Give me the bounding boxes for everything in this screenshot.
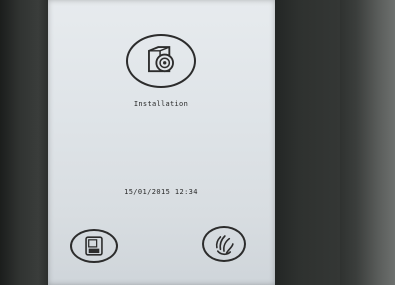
camera-box-icon <box>148 46 174 73</box>
hand-wave-icon <box>215 235 234 256</box>
installation-button[interactable] <box>126 34 196 88</box>
installation-label: Installation <box>133 100 189 108</box>
touch-screen: Installation 15/01/2015 12:34 <box>48 0 275 285</box>
hand-wave-button[interactable] <box>202 226 246 262</box>
device-bezel-left <box>0 0 48 285</box>
door-panel-button[interactable] <box>70 229 118 263</box>
device-scene: Installation 15/01/2015 12:34 <box>0 0 395 285</box>
door-panel-icon <box>85 236 103 256</box>
date-time-display: 15/01/2015 12:34 <box>124 188 198 196</box>
device-case-edge <box>340 0 395 285</box>
